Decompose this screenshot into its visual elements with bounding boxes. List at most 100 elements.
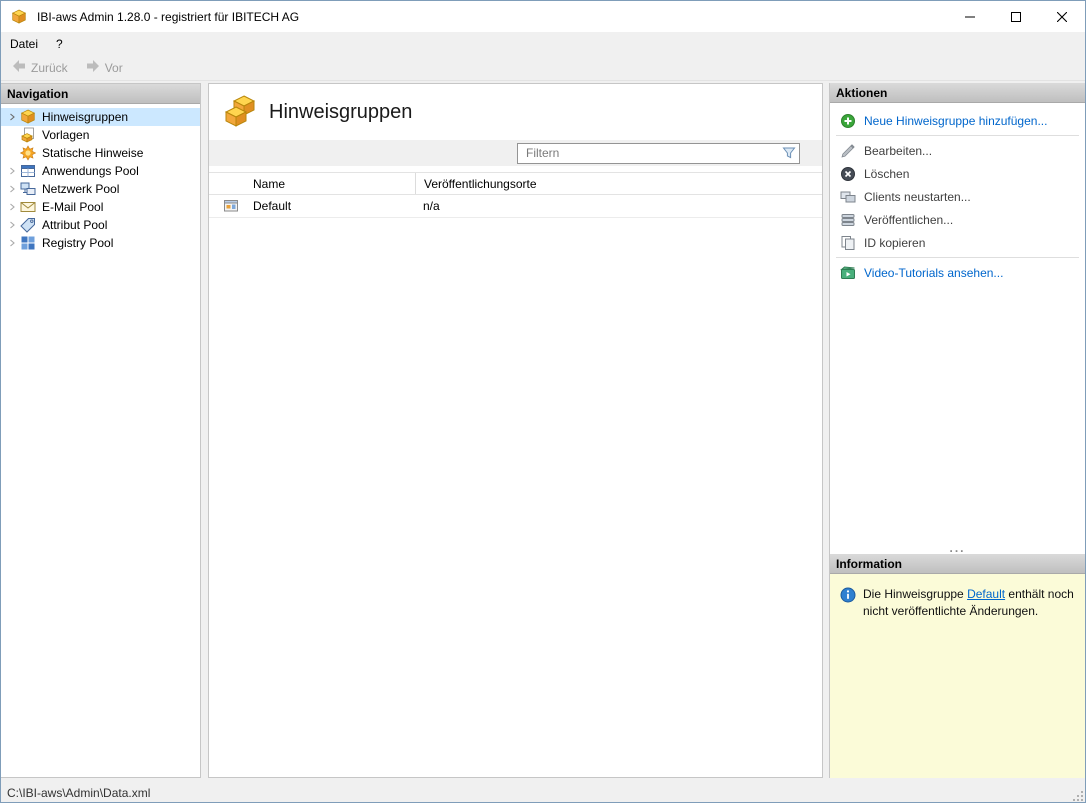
action-label: Bearbeiten... — [864, 143, 933, 158]
right-panel: Aktionen Neue Hinweisgruppe hinzufügen..… — [829, 83, 1085, 778]
chevron-right-icon[interactable] — [5, 239, 19, 247]
app-window: IBI-aws Admin 1.28.0 - registriert für I… — [0, 0, 1086, 803]
nav-item-anwendungs-pool[interactable]: Anwendungs Pool — [1, 162, 200, 180]
nav-item-label: Registry Pool — [42, 236, 114, 250]
column-header-publish-locations[interactable]: Veröffentlichungsorte — [415, 173, 822, 194]
forward-button[interactable]: Vor — [78, 57, 130, 79]
close-icon — [1057, 11, 1067, 22]
action-copy-id[interactable]: ID kopieren — [830, 231, 1085, 254]
static-hint-icon — [19, 145, 37, 161]
hint-group-large-icon — [223, 94, 257, 130]
maximize-button[interactable] — [993, 1, 1039, 32]
action-label: Veröffentlichen... — [864, 212, 954, 227]
nav-item-hinweisgruppen[interactable]: Hinweisgruppen — [1, 108, 200, 126]
actions-separator — [836, 135, 1079, 136]
data-file-path: C:\IBI-aws\Admin\Data.xml — [7, 786, 151, 800]
attribute-pool-icon — [19, 217, 37, 233]
back-button-label: Zurück — [31, 60, 68, 75]
chevron-right-icon[interactable] — [5, 221, 19, 229]
action-label: Löschen — [864, 166, 910, 181]
row-publish-locations: n/a — [423, 199, 440, 213]
chevron-right-icon[interactable] — [5, 185, 19, 193]
filter-bar — [209, 140, 822, 166]
action-label: Neue Hinweisgruppe hinzufügen... — [864, 113, 1048, 128]
nav-item-statische-hinweise[interactable]: Statische Hinweise — [1, 144, 200, 162]
toolbar: Zurück Vor — [1, 55, 1085, 81]
action-video-tutorials[interactable]: Video-Tutorials ansehen... — [830, 261, 1085, 284]
menu-datei[interactable]: Datei — [1, 32, 47, 55]
action-add-hint-group[interactable]: Neue Hinweisgruppe hinzufügen... — [830, 109, 1085, 132]
nav-item-label: E-Mail Pool — [42, 200, 104, 214]
email-pool-icon — [19, 199, 37, 215]
nav-item-label: Anwendungs Pool — [42, 164, 139, 178]
filter-input[interactable] — [518, 143, 779, 163]
forward-arrow-icon — [85, 58, 101, 77]
information-header: Information — [830, 554, 1085, 574]
panel-splitter[interactable]: ... — [830, 542, 1085, 554]
page-title: Hinweisgruppen — [269, 100, 413, 123]
navigation-panel: Navigation Hinweisgruppen Vorlagen Stati… — [1, 83, 201, 778]
filter-icon[interactable] — [779, 146, 799, 160]
minimize-button[interactable] — [947, 1, 993, 32]
app-icon — [11, 8, 29, 26]
video-icon — [840, 265, 856, 281]
maximize-icon — [1011, 11, 1021, 22]
hint-group-row-icon — [209, 198, 243, 214]
table-row[interactable]: Default n/a — [209, 195, 822, 218]
copy-id-icon — [840, 235, 856, 251]
action-label: ID kopieren — [864, 235, 926, 250]
content-panel: Hinweisgruppen Name Veröffentlichungsort… — [208, 83, 823, 778]
application-pool-icon — [19, 163, 37, 179]
navigation-tree: Hinweisgruppen Vorlagen Statische Hinwei… — [1, 104, 200, 252]
close-button[interactable] — [1039, 1, 1085, 32]
network-pool-icon — [19, 181, 37, 197]
action-edit[interactable]: Bearbeiten... — [830, 139, 1085, 162]
window-title: IBI-aws Admin 1.28.0 - registriert für I… — [37, 9, 300, 24]
nav-item-label: Attribut Pool — [42, 218, 108, 232]
resize-grip-icon[interactable] — [1071, 789, 1084, 802]
nav-item-attribut-pool[interactable]: Attribut Pool — [1, 216, 200, 234]
menu-help[interactable]: ? — [47, 32, 72, 55]
action-label: Video-Tutorials ansehen... — [864, 265, 1004, 280]
info-icon — [840, 587, 856, 606]
back-arrow-icon — [11, 58, 27, 77]
forward-button-label: Vor — [104, 60, 123, 75]
edit-icon — [840, 143, 856, 159]
action-restart-clients[interactable]: Clients neustarten... — [830, 185, 1085, 208]
nav-item-label: Netzwerk Pool — [42, 182, 120, 196]
nav-item-vorlagen[interactable]: Vorlagen — [1, 126, 200, 144]
action-publish[interactable]: Veröffentlichen... — [830, 208, 1085, 231]
main-area: Navigation Hinweisgruppen Vorlagen Stati… — [1, 81, 1085, 784]
chevron-right-icon[interactable] — [5, 113, 19, 121]
action-delete[interactable]: Löschen — [830, 162, 1085, 185]
window-controls — [947, 1, 1085, 32]
nav-item-label: Hinweisgruppen — [42, 110, 129, 124]
information-section: Information Die Hinweisgruppe Default en… — [830, 554, 1085, 778]
content-header: Hinweisgruppen — [209, 84, 822, 140]
nav-item-label: Statische Hinweise — [42, 146, 144, 160]
publish-icon — [840, 212, 856, 228]
restart-clients-icon — [840, 189, 856, 205]
chevron-right-icon[interactable] — [5, 203, 19, 211]
hint-group-icon — [19, 109, 37, 125]
actions-list: Neue Hinweisgruppe hinzufügen... Bearbei… — [830, 103, 1085, 554]
actions-section: Aktionen Neue Hinweisgruppe hinzufügen..… — [830, 83, 1085, 554]
nav-item-netzwerk-pool[interactable]: Netzwerk Pool — [1, 180, 200, 198]
nav-item-registry-pool[interactable]: Registry Pool — [1, 234, 200, 252]
filter-box — [517, 142, 800, 164]
chevron-right-icon[interactable] — [5, 167, 19, 175]
add-icon — [840, 113, 856, 129]
hint-group-link[interactable]: Default — [967, 587, 1005, 601]
template-icon — [19, 127, 37, 143]
back-button[interactable]: Zurück — [4, 57, 75, 79]
table-header-row: Name Veröffentlichungsorte — [209, 172, 822, 195]
column-header-name[interactable]: Name — [243, 177, 415, 191]
hint-groups-table: Name Veröffentlichungsorte Default n/a — [209, 172, 822, 218]
row-name: Default — [253, 199, 292, 213]
info-text-before: Die Hinweisgruppe — [863, 587, 968, 601]
status-bar: C:\IBI-aws\Admin\Data.xml — [1, 784, 1085, 802]
actions-separator — [836, 257, 1079, 258]
nav-item-email-pool[interactable]: E-Mail Pool — [1, 198, 200, 216]
title-bar: IBI-aws Admin 1.28.0 - registriert für I… — [1, 1, 1085, 32]
action-label: Clients neustarten... — [864, 189, 971, 204]
